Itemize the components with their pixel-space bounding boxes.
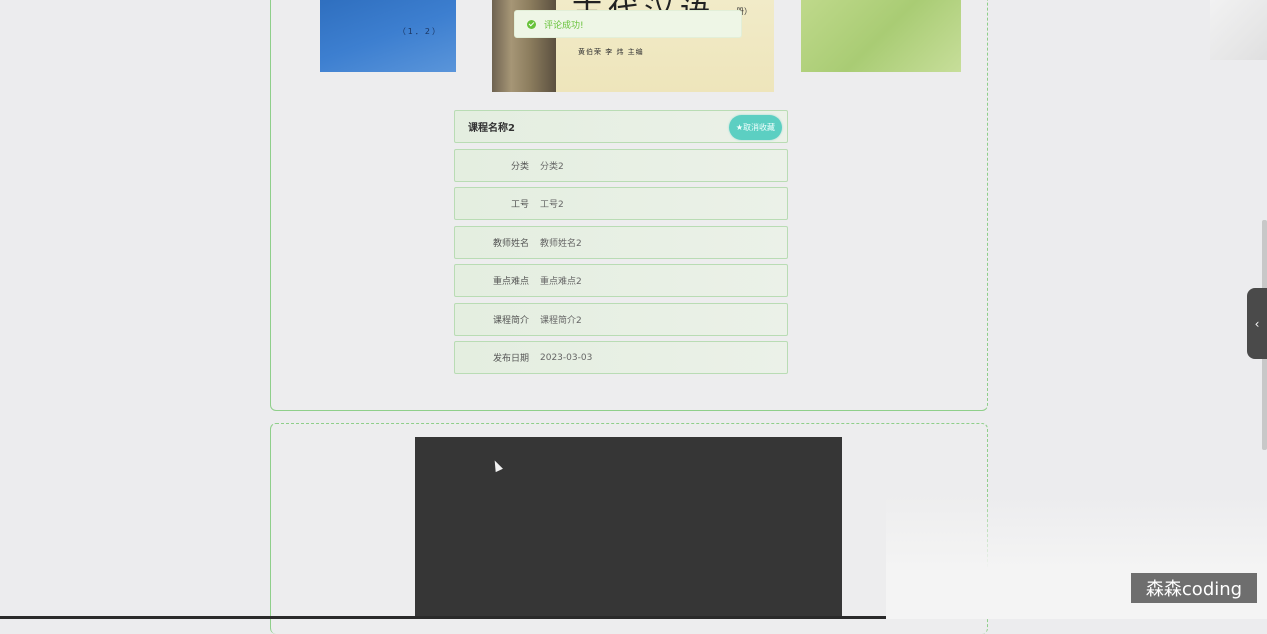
field-row-category: 分类 分类2 bbox=[454, 149, 788, 182]
field-label: 重点难点 bbox=[492, 277, 529, 287]
unfavorite-button[interactable]: ★取消收藏 bbox=[728, 115, 782, 140]
field-label: 教师姓名 bbox=[492, 239, 529, 249]
chevron-left-icon: ‹ bbox=[1254, 316, 1260, 331]
gallery-image-left[interactable]: （1．2） bbox=[320, 0, 456, 72]
check-circle-icon bbox=[527, 19, 536, 29]
video-player[interactable] bbox=[415, 437, 842, 619]
field-value: 教师姓名2 bbox=[540, 239, 582, 249]
field-row-staff-id: 工号 工号2 bbox=[454, 187, 788, 220]
volume-text: （1．2） bbox=[397, 27, 442, 36]
field-label: 工号 bbox=[510, 200, 529, 210]
corner-decoration bbox=[1210, 0, 1267, 60]
success-toast: 评论成功! bbox=[514, 10, 742, 38]
watermark: 森森coding bbox=[1131, 573, 1257, 603]
toast-message: 评论成功! bbox=[544, 20, 584, 31]
field-value: 课程简介2 bbox=[540, 316, 582, 326]
field-row-publish-date: 发布日期 2023-03-03 bbox=[454, 341, 788, 374]
field-row-intro: 课程简介 课程简介2 bbox=[454, 303, 788, 336]
book-cover-authors: 黄伯荣 李 炜 主编 bbox=[578, 48, 644, 56]
side-toggle-button[interactable]: ‹ bbox=[1247, 288, 1267, 359]
field-row-key-points: 重点难点 重点难点2 bbox=[454, 264, 788, 297]
field-value: 分类2 bbox=[540, 162, 564, 172]
field-label: 课程简介 bbox=[492, 316, 529, 326]
field-row-teacher-name: 教师姓名 教师姓名2 bbox=[454, 226, 788, 259]
field-value: 重点难点2 bbox=[540, 277, 582, 287]
course-title: 课程名称2 bbox=[468, 123, 515, 134]
gallery-image-right[interactable] bbox=[801, 0, 961, 72]
field-value: 工号2 bbox=[540, 200, 564, 210]
field-label: 分类 bbox=[510, 162, 529, 172]
field-value: 2023-03-03 bbox=[540, 352, 593, 363]
course-title-row: 课程名称2 ★取消收藏 bbox=[454, 110, 788, 143]
field-label: 发布日期 bbox=[492, 354, 529, 364]
